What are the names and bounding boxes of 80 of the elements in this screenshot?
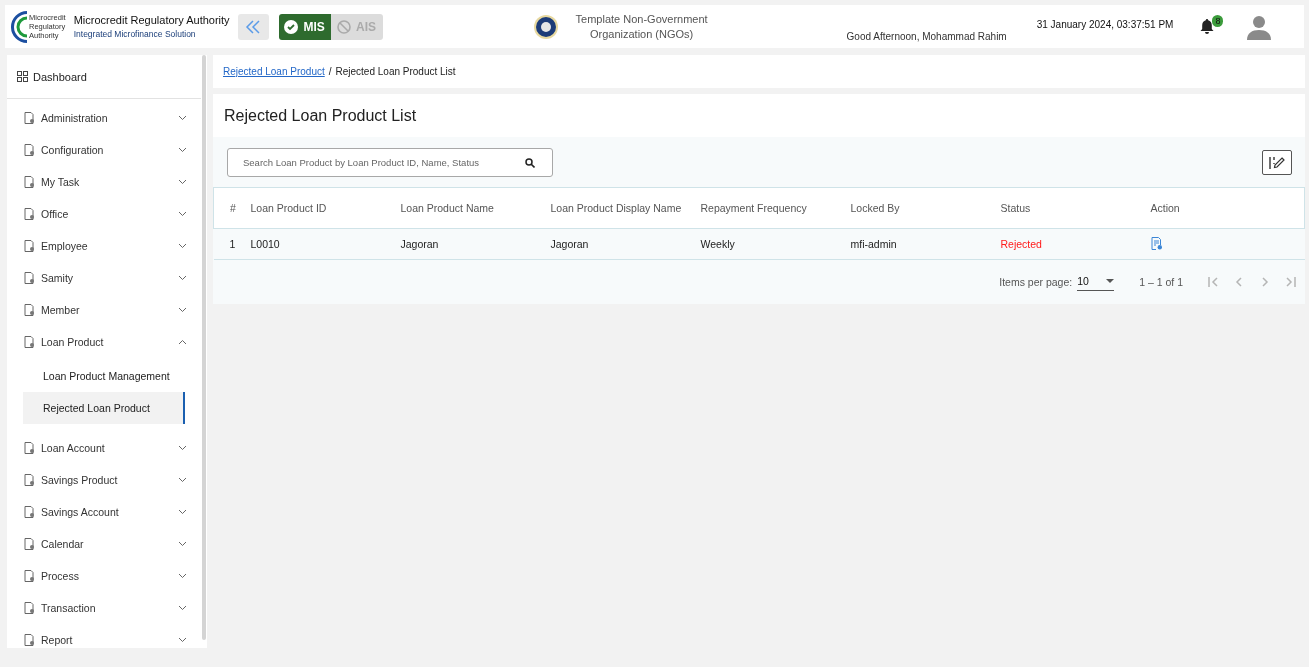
sidebar-item[interactable]: Loan Account bbox=[7, 432, 207, 464]
table-cell: L0010 bbox=[249, 228, 400, 260]
double-chevron-left-icon bbox=[244, 18, 263, 35]
column-header: Loan Product Name bbox=[399, 187, 550, 229]
document-icon bbox=[24, 112, 35, 124]
check-circle-icon bbox=[284, 19, 299, 34]
document-icon bbox=[24, 336, 35, 348]
sidebar-item[interactable]: Calendar bbox=[7, 528, 207, 560]
sidebar-item[interactable]: Savings Product bbox=[7, 464, 207, 496]
column-header: # bbox=[213, 187, 250, 229]
sidebar-item[interactable]: Member bbox=[7, 294, 207, 326]
page-range: 1 – 1 of 1 bbox=[1139, 276, 1183, 288]
document-icon bbox=[24, 538, 35, 550]
column-header: Repayment Frequency bbox=[699, 187, 850, 229]
items-per-page-label: Items per page: bbox=[999, 276, 1073, 288]
document-icon bbox=[24, 176, 35, 188]
column-header: Action bbox=[1149, 187, 1305, 229]
notification-button[interactable] bbox=[1199, 17, 1216, 36]
table-cell: Weekly bbox=[699, 228, 850, 260]
sidebar-item[interactable]: Loan Product bbox=[7, 326, 207, 358]
document-icon bbox=[24, 634, 35, 646]
collapse-sidebar-button[interactable] bbox=[237, 13, 269, 40]
document-icon bbox=[24, 272, 35, 284]
document-icon bbox=[24, 442, 35, 454]
status-cell: Rejected bbox=[999, 228, 1150, 260]
search-field[interactable]: Search Loan Product by Loan Product ID, Name, Status bbox=[227, 148, 553, 177]
chevron-left-icon bbox=[1205, 274, 1221, 290]
sidebar-subitem[interactable]: Loan Product Management bbox=[23, 360, 185, 392]
app-title: Microcredit Regulatory Authority bbox=[73, 14, 230, 26]
organization-name: Template Non-Government Organization (NGOs) bbox=[574, 11, 709, 42]
sidebar-item[interactable]: Administration bbox=[7, 102, 207, 134]
sidebar-item[interactable]: Process bbox=[7, 560, 207, 592]
blocked-circle-icon bbox=[337, 19, 352, 34]
view-document-icon[interactable] bbox=[1150, 236, 1163, 250]
column-header: Loan Product Display Name bbox=[549, 187, 700, 229]
sidebar-item[interactable]: Savings Account bbox=[7, 496, 207, 528]
sidebar-item[interactable]: Report bbox=[7, 624, 207, 656]
sidebar-item[interactable]: Office bbox=[7, 198, 207, 230]
grid-icon bbox=[17, 71, 28, 82]
document-icon bbox=[24, 208, 35, 220]
table-cell: 1 bbox=[213, 228, 250, 260]
breadcrumb-current: Rejected Loan Product List bbox=[335, 66, 456, 77]
column-header: Locked By bbox=[849, 187, 1000, 229]
document-icon bbox=[24, 144, 35, 156]
table-cell: Jagoran bbox=[399, 228, 550, 260]
dashboard-link[interactable]: Dashboard bbox=[7, 55, 201, 99]
document-icon bbox=[24, 506, 35, 518]
dropdown-arrow-icon bbox=[1106, 279, 1115, 283]
notification-badge: 8 bbox=[1212, 15, 1224, 27]
sidebar-subitem[interactable]: Rejected Loan Product bbox=[23, 392, 185, 424]
table-cell: Jagoran bbox=[549, 228, 700, 260]
column-header: Loan Product ID bbox=[249, 187, 400, 229]
sidebar-item[interactable]: Transaction bbox=[7, 592, 207, 624]
document-icon bbox=[24, 570, 35, 582]
sidebar-item[interactable]: My Task bbox=[7, 166, 207, 198]
column-header: Status bbox=[999, 187, 1150, 229]
app-subtitle: Integrated Microfinance Solution bbox=[73, 29, 197, 39]
sidebar-item[interactable]: Configuration bbox=[7, 134, 207, 166]
document-icon bbox=[24, 602, 35, 614]
table-cell: mfi-admin bbox=[849, 228, 1000, 260]
sidebar-item[interactable]: Employee bbox=[7, 230, 207, 262]
chevron-right-icon bbox=[1283, 274, 1299, 290]
bell-icon bbox=[1200, 17, 1215, 34]
avatar-silhouette-icon[interactable] bbox=[1247, 13, 1272, 40]
seal-icon bbox=[532, 13, 559, 40]
module-tab[interactable]: MIS bbox=[278, 13, 331, 40]
page-size-select[interactable]: 10 bbox=[1077, 273, 1115, 291]
sidebar-item[interactable]: Samity bbox=[7, 262, 207, 294]
breadcrumb-separator: / bbox=[328, 66, 332, 77]
date-time: 31 January 2024, 03:37:51 PM bbox=[1036, 19, 1174, 30]
breadcrumb-link[interactable]: Rejected Loan Product bbox=[223, 66, 325, 77]
logo-icon bbox=[11, 10, 29, 43]
search-icon[interactable] bbox=[525, 158, 535, 168]
page-title: Rejected Loan Product List bbox=[213, 94, 1305, 137]
edit-columns-button[interactable] bbox=[1262, 150, 1292, 175]
document-icon bbox=[24, 474, 35, 486]
document-icon bbox=[24, 240, 35, 252]
columns-pencil-icon bbox=[1268, 154, 1286, 171]
greeting-text: Good Afternoon, Mohammad Rahim bbox=[846, 31, 1007, 42]
document-icon bbox=[24, 304, 35, 316]
